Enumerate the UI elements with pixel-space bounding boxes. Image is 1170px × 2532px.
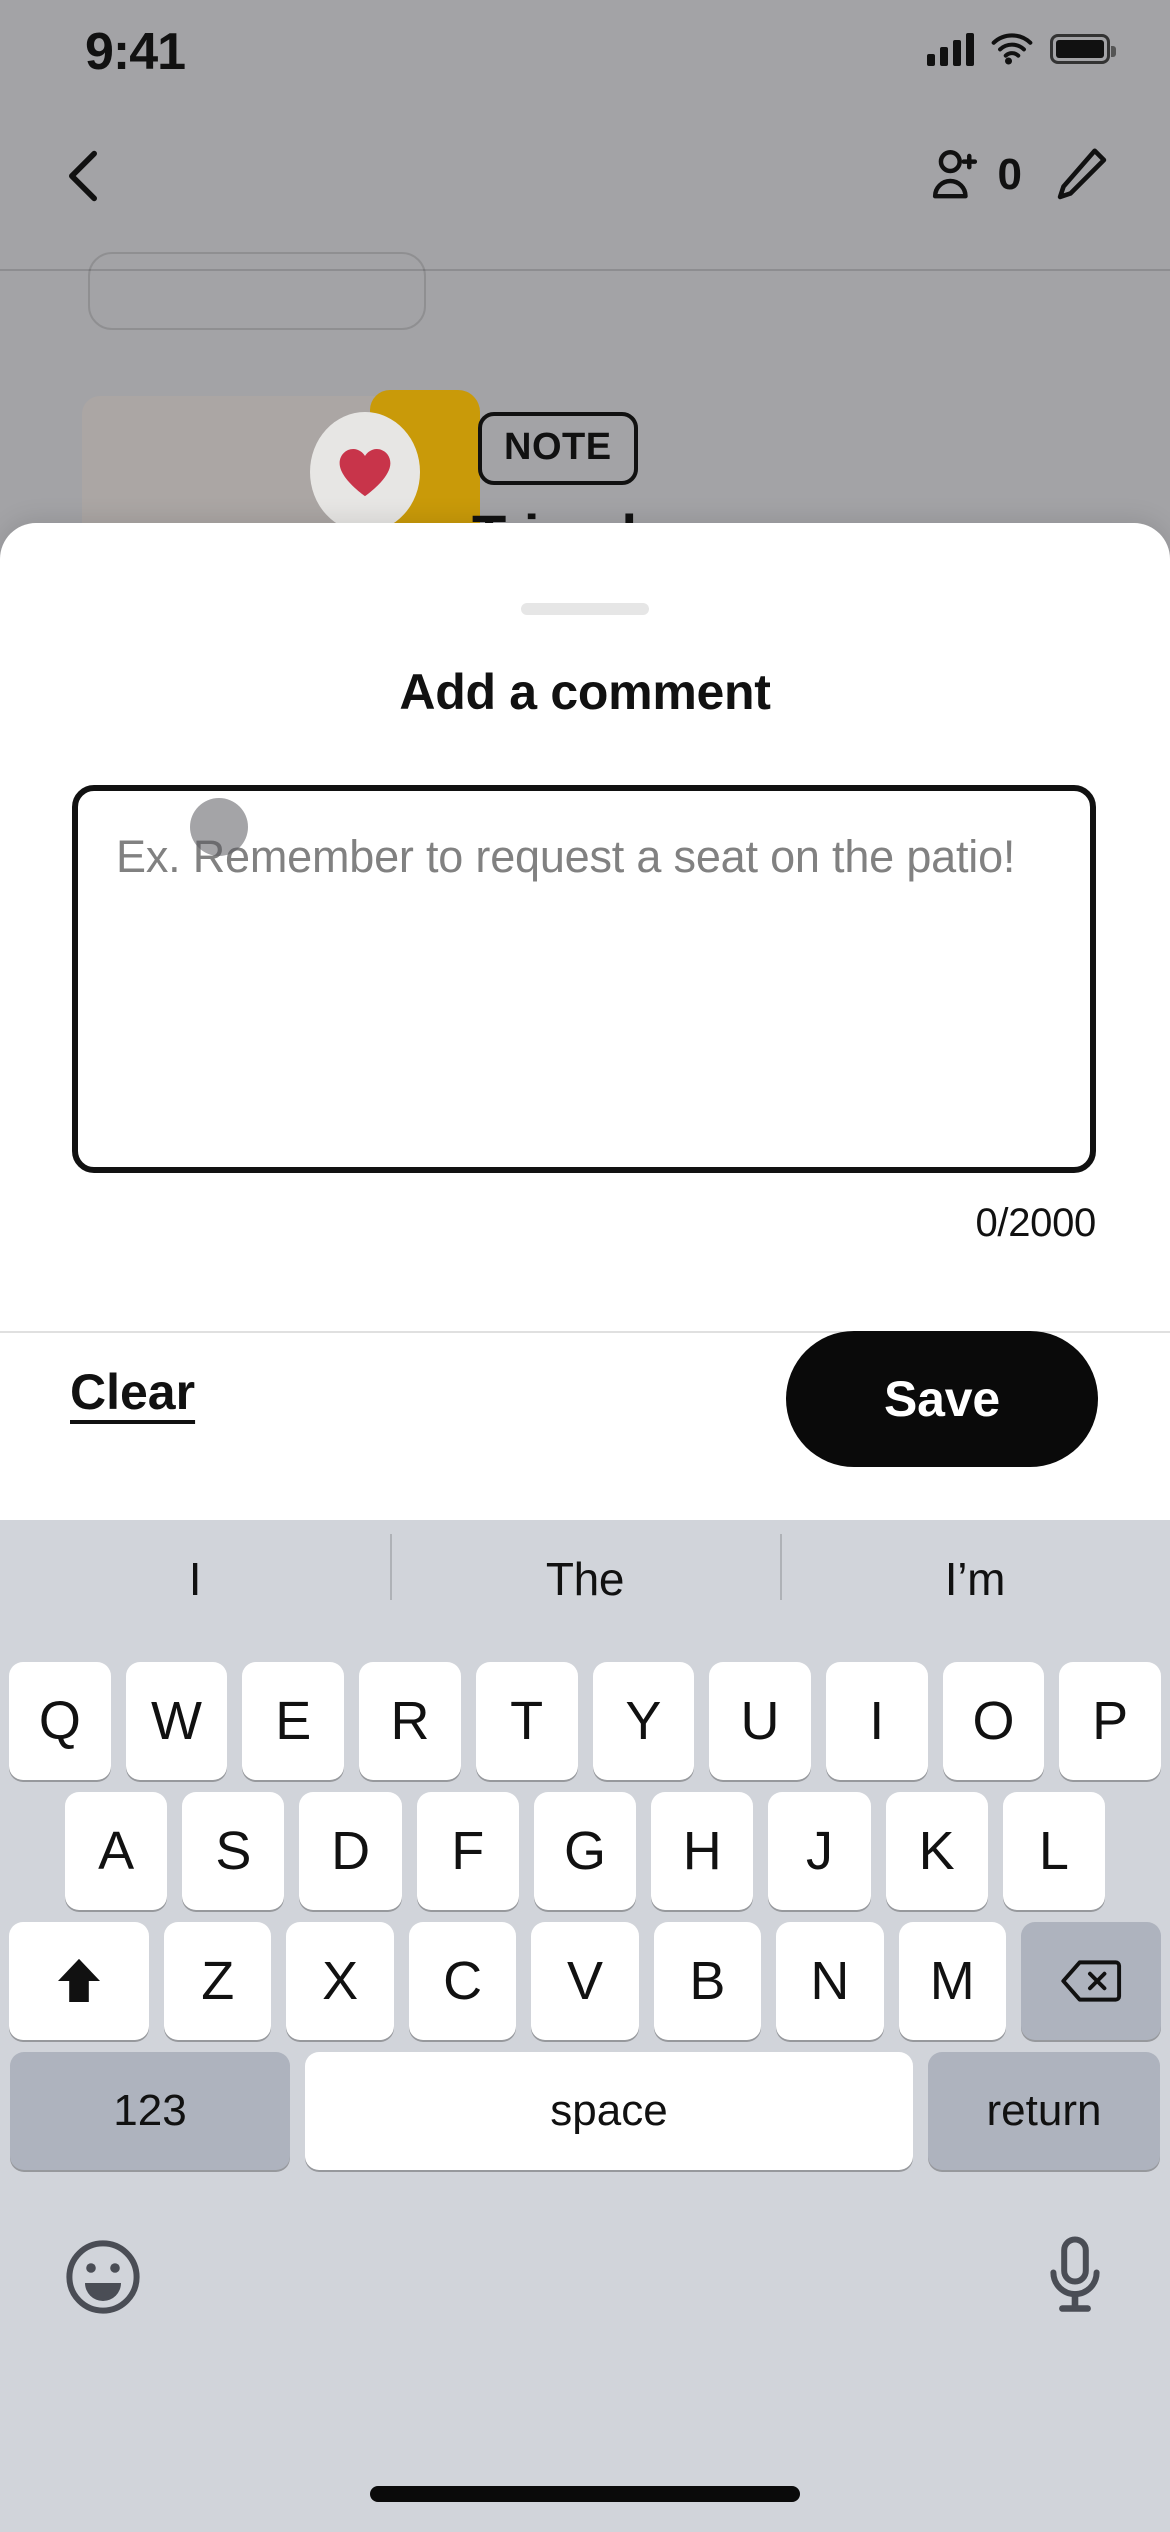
back-chevron-icon[interactable] xyxy=(60,148,106,204)
key-f[interactable]: F xyxy=(416,1792,519,1910)
key-b[interactable]: B xyxy=(653,1922,762,2040)
key-j[interactable]: J xyxy=(768,1792,871,1910)
save-button[interactable]: Save xyxy=(786,1331,1098,1467)
key-p[interactable]: P xyxy=(1059,1662,1162,1780)
sheet-drag-handle[interactable] xyxy=(521,603,649,615)
status-bar: 9:41 xyxy=(0,0,1170,120)
nav-bar: 0 xyxy=(0,120,1170,230)
comment-placeholder: Ex. Remember to request a seat on the pa… xyxy=(116,831,1016,882)
key-l[interactable]: L xyxy=(1002,1792,1105,1910)
shift-arrow-icon xyxy=(58,1958,101,2002)
key-x[interactable]: X xyxy=(286,1922,394,2040)
collaborator-count: 0 xyxy=(997,150,1022,199)
keyboard-row-1: Q W E R T Y U I O P xyxy=(0,1662,1170,1780)
key-y[interactable]: Y xyxy=(592,1662,695,1780)
key-a[interactable]: A xyxy=(65,1792,168,1910)
microphone-icon[interactable] xyxy=(1044,2235,1106,2319)
key-m[interactable]: M xyxy=(898,1922,1006,2040)
key-h[interactable]: H xyxy=(651,1792,754,1910)
key-d[interactable]: D xyxy=(299,1792,402,1910)
wifi-icon xyxy=(991,33,1033,65)
key-s[interactable]: S xyxy=(182,1792,285,1910)
background-app: 9:41 0 NOTE xyxy=(0,0,1170,560)
status-bar-clock: 9:41 xyxy=(85,23,186,81)
cellular-signal-icon xyxy=(927,32,974,66)
key-q[interactable]: Q xyxy=(8,1662,111,1780)
key-v[interactable]: V xyxy=(531,1922,639,2040)
touch-indicator xyxy=(190,798,248,856)
emoji-smiley-icon[interactable] xyxy=(64,2238,142,2316)
add-person-icon xyxy=(932,150,977,199)
key-t[interactable]: T xyxy=(475,1662,578,1780)
pencil-edit-icon[interactable] xyxy=(1052,144,1112,206)
key-k[interactable]: K xyxy=(885,1792,988,1910)
clear-button[interactable]: Clear xyxy=(70,1363,195,1421)
key-w[interactable]: W xyxy=(125,1662,228,1780)
filter-pill[interactable] xyxy=(88,252,426,330)
key-i[interactable]: I xyxy=(825,1662,928,1780)
key-r[interactable]: R xyxy=(359,1662,461,1780)
backspace-delete-icon xyxy=(1061,1960,1122,2002)
keyboard-bottom-bar xyxy=(0,2192,1170,2362)
return-key[interactable]: return xyxy=(928,2052,1160,2170)
key-n[interactable]: N xyxy=(776,1922,884,2040)
battery-icon xyxy=(1050,34,1116,64)
keyboard-row-2: A S D F G H J K L xyxy=(0,1792,1170,1910)
sheet-title: Add a comment xyxy=(399,664,771,720)
key-u[interactable]: U xyxy=(709,1662,811,1780)
key-e[interactable]: E xyxy=(242,1662,345,1780)
keyboard-row-4: 123 space return xyxy=(0,2052,1170,2170)
shift-key[interactable] xyxy=(9,1922,150,2040)
onscreen-keyboard: I The I’m Q W E R T Y U I O P A S D F G … xyxy=(0,1520,1170,2532)
suggestion-bar: I The I’m xyxy=(0,1520,1170,1638)
add-comment-sheet: Add a comment Ex. Remember to request a … xyxy=(0,523,1170,1520)
note-type-badge: NOTE xyxy=(478,412,638,485)
heart-badge[interactable] xyxy=(310,412,420,532)
status-bar-indicators xyxy=(927,32,1116,66)
home-indicator xyxy=(370,2486,800,2502)
space-key[interactable]: space xyxy=(305,2052,913,2170)
phone-screen: 9:41 0 NOTE Add a comment Ex. Remember t… xyxy=(0,0,1170,2532)
collaborators-button[interactable]: 0 xyxy=(928,145,1022,205)
suggestion-item[interactable]: I xyxy=(0,1552,390,1606)
keyboard-row-3: Z X C V B N M xyxy=(0,1922,1170,2040)
key-c[interactable]: C xyxy=(408,1922,517,2040)
key-o[interactable]: O xyxy=(942,1662,1045,1780)
numeric-mode-key[interactable]: 123 xyxy=(10,2052,290,2170)
character-counter: 0/2000 xyxy=(975,1201,1096,1245)
key-z[interactable]: Z xyxy=(164,1922,272,2040)
nav-actions: 0 xyxy=(928,144,1112,206)
suggestion-item[interactable]: I’m xyxy=(780,1534,1170,1606)
heart-icon xyxy=(339,449,391,497)
backspace-key[interactable] xyxy=(1020,1922,1161,2040)
suggestion-item[interactable]: The xyxy=(390,1534,780,1606)
key-g[interactable]: G xyxy=(533,1792,637,1910)
